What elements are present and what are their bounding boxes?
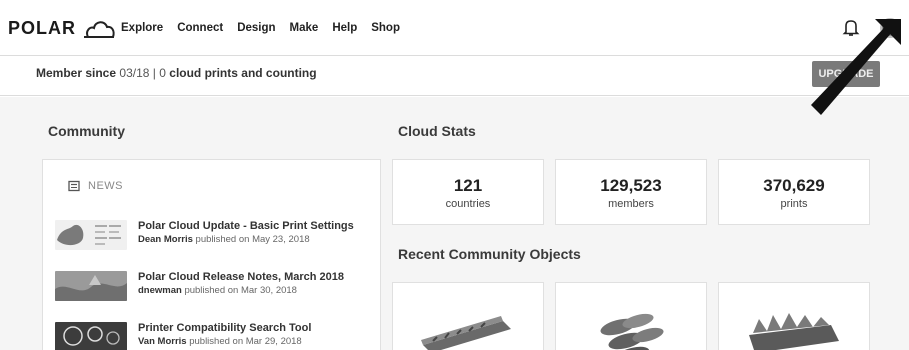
main-nav: Explore Connect Design Make Help Shop <box>121 22 414 34</box>
newspaper-icon <box>68 180 80 192</box>
object-preview <box>421 316 511 350</box>
news-item-author: dnewman <box>138 285 182 296</box>
stat-card-countries: 121 countries <box>392 159 544 225</box>
logo-text: POLAR <box>8 17 76 38</box>
news-header: NEWS <box>68 180 123 192</box>
news-item-author: Van Morris <box>138 336 187 347</box>
news-item-meta: dnewman published on Mar 30, 2018 <box>138 285 297 296</box>
news-item-author: Dean Morris <box>138 234 193 245</box>
news-item-date: published on Mar 30, 2018 <box>184 285 297 296</box>
community-object-card[interactable] <box>718 282 870 350</box>
news-item-title[interactable]: Polar Cloud Release Notes, March 2018 <box>138 271 344 283</box>
stat-label: prints <box>780 198 808 210</box>
stat-value: 370,629 <box>763 176 825 195</box>
nav-shop[interactable]: Shop <box>371 22 400 34</box>
news-item[interactable]: Polar Cloud Update - Basic Print Setting… <box>55 220 375 252</box>
polar-logo[interactable]: POLAR <box>8 17 116 39</box>
member-suffix: cloud prints and counting <box>169 66 317 80</box>
news-item-title[interactable]: Printer Compatibility Search Tool <box>138 322 311 334</box>
recent-objects-heading: Recent Community Objects <box>398 246 581 262</box>
nav-design[interactable]: Design <box>237 22 275 34</box>
news-thumbnail <box>55 220 127 250</box>
member-status-bar: Member since 03/18 | 0 cloud prints and … <box>0 56 909 96</box>
news-item-title[interactable]: Polar Cloud Update - Basic Print Setting… <box>138 220 354 232</box>
news-item-meta: Dean Morris published on May 23, 2018 <box>138 234 310 245</box>
stat-card-prints: 370,629 prints <box>718 159 870 225</box>
community-heading: Community <box>48 123 125 139</box>
stat-value: 121 <box>453 176 483 195</box>
community-object-card[interactable] <box>392 282 544 350</box>
news-item-date: published on Mar 29, 2018 <box>189 336 302 347</box>
news-label: NEWS <box>88 180 123 192</box>
member-since-date: 03/18 <box>119 66 150 80</box>
cloud-prints-count: 0 <box>159 66 166 80</box>
member-since-text: Member since 03/18 | 0 cloud prints and … <box>36 66 317 80</box>
stat-card-members: 129,523 members <box>555 159 707 225</box>
object-preview <box>600 313 664 350</box>
member-prefix: Member since <box>36 66 117 80</box>
stat-label: countries <box>445 198 491 210</box>
cloud-logo-icon <box>84 21 115 38</box>
news-thumbnail <box>55 322 127 350</box>
community-object-card[interactable] <box>555 282 707 350</box>
nav-connect[interactable]: Connect <box>177 22 223 34</box>
stat-label: members <box>608 198 654 210</box>
cloud-stats-heading: Cloud Stats <box>398 123 476 139</box>
nav-help[interactable]: Help <box>332 22 357 34</box>
news-item-meta: Van Morris published on Mar 29, 2018 <box>138 336 302 347</box>
news-item[interactable]: Printer Compatibility Search Tool Van Mo… <box>55 322 375 350</box>
nav-explore[interactable]: Explore <box>121 22 163 34</box>
nav-make[interactable]: Make <box>290 22 319 34</box>
member-separator: | <box>152 66 156 80</box>
top-navigation-bar: POLAR Explore Connect Design Make Help S… <box>0 0 909 56</box>
pointer-arrow <box>811 19 901 115</box>
news-thumbnail <box>55 271 127 301</box>
object-preview <box>749 313 839 350</box>
news-item-date: published on May 23, 2018 <box>195 234 310 245</box>
stat-value: 129,523 <box>600 176 662 195</box>
news-item[interactable]: Polar Cloud Release Notes, March 2018 dn… <box>55 271 375 303</box>
